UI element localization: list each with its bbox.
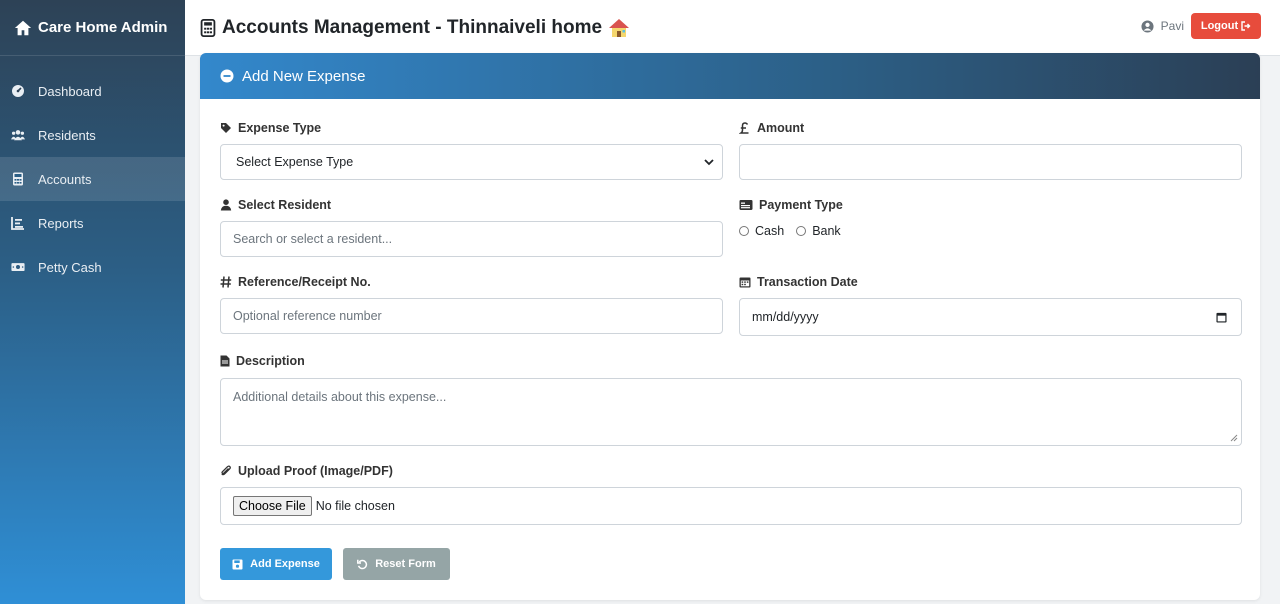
- home-icon: [14, 20, 32, 35]
- undo-icon: [357, 559, 368, 569]
- sidebar-item-label: Dashboard: [38, 83, 102, 99]
- sign-out-icon: [1241, 21, 1251, 31]
- sidebar-item-label: Accounts: [38, 171, 92, 187]
- pound-icon: [739, 122, 749, 134]
- calculator-icon: [13, 172, 23, 186]
- save-icon: [232, 559, 243, 569]
- cash-radio[interactable]: [739, 226, 749, 236]
- sidebar-item-dashboard[interactable]: Dashboard: [0, 69, 185, 113]
- logout-button[interactable]: Logout: [1191, 13, 1261, 39]
- sidebar-item-label: Reports: [38, 215, 84, 231]
- house-emoji-icon: [609, 18, 630, 37]
- id-card-icon: [739, 200, 753, 210]
- file-status: No file chosen: [315, 499, 395, 513]
- resize-handle-icon[interactable]: [1230, 434, 1238, 442]
- user-circle-icon: [1141, 19, 1154, 33]
- sidebar: Care Home Admin Dashboard Residents Acco…: [0, 0, 185, 604]
- logout-label: Logout: [1200, 20, 1239, 32]
- chart-icon: [11, 217, 24, 230]
- payment-option-cash[interactable]: Cash: [739, 224, 784, 238]
- transaction-date-input[interactable]: mm/dd/yyyy: [739, 298, 1242, 336]
- reference-placeholder: Optional reference number: [233, 309, 382, 323]
- payment-type-options: Cash Bank: [739, 224, 853, 238]
- amount-label: Amount: [739, 121, 804, 135]
- minus-circle-icon[interactable]: [220, 69, 234, 83]
- money-icon: [11, 263, 25, 271]
- date-value: mm/dd/yyyy: [752, 310, 819, 324]
- top-bar: Accounts Management - Thinnaiveli home P…: [185, 0, 1280, 56]
- users-icon: [11, 130, 25, 141]
- page-title: Accounts Management - Thinnaiveli home: [222, 16, 603, 38]
- payment-type-label: Payment Type: [739, 198, 843, 212]
- card-header: Add New Expense: [200, 53, 1260, 99]
- add-expense-button[interactable]: Add Expense: [220, 548, 332, 580]
- sidebar-item-petty-cash[interactable]: Petty Cash: [0, 245, 185, 289]
- chevron-down-icon: [704, 158, 714, 165]
- user-icon: [220, 199, 232, 211]
- amount-input[interactable]: [739, 144, 1242, 180]
- add-expense-label: Add Expense: [250, 558, 320, 570]
- file-upload-field[interactable]: Choose File No file chosen: [220, 487, 1242, 525]
- brand-title: Care Home Admin: [38, 19, 168, 36]
- tag-icon: [221, 123, 231, 133]
- calendar-picker-icon[interactable]: [1216, 312, 1227, 323]
- paperclip-icon: [221, 465, 231, 476]
- sidebar-item-reports[interactable]: Reports: [0, 201, 185, 245]
- expense-type-value: Select Expense Type: [236, 155, 354, 169]
- sidebar-item-residents[interactable]: Residents: [0, 113, 185, 157]
- choose-file-button[interactable]: Choose File: [233, 496, 312, 516]
- file-text-icon: [220, 355, 230, 367]
- sidebar-item-label: Petty Cash: [38, 259, 102, 275]
- user-area: Pavi Logout: [1141, 13, 1261, 39]
- sidebar-nav: Dashboard Residents Accounts Reports Pet…: [0, 69, 185, 289]
- payment-option-bank[interactable]: Bank: [796, 224, 841, 238]
- description-placeholder: Additional details about this expense...: [233, 390, 447, 404]
- description-label: Description: [220, 354, 305, 368]
- expense-type-label: Expense Type: [220, 121, 321, 135]
- reset-form-label: Reset Form: [375, 558, 436, 570]
- reference-label: Reference/Receipt No.: [220, 275, 371, 289]
- user-name: Pavi: [1160, 19, 1184, 33]
- hashtag-icon: [220, 276, 232, 288]
- description-textarea[interactable]: Additional details about this expense...: [220, 378, 1242, 446]
- reference-input[interactable]: Optional reference number: [220, 298, 723, 334]
- expense-type-select[interactable]: Select Expense Type: [220, 144, 723, 180]
- sidebar-item-label: Residents: [38, 127, 96, 143]
- calculator-icon: [200, 18, 216, 37]
- calendar-icon: [739, 277, 751, 288]
- transaction-date-label: Transaction Date: [739, 275, 858, 289]
- bank-radio[interactable]: [796, 226, 807, 236]
- resident-search-input[interactable]: Search or select a resident...: [220, 221, 723, 257]
- select-resident-label: Select Resident: [220, 198, 331, 212]
- upload-label: Upload Proof (Image/PDF): [220, 464, 393, 478]
- dashboard-icon: [12, 85, 24, 97]
- resident-placeholder: Search or select a resident...: [233, 232, 393, 246]
- add-expense-card: Add New Expense Expense Type Select Expe…: [200, 53, 1260, 600]
- brand[interactable]: Care Home Admin: [0, 0, 185, 56]
- card-title: Add New Expense: [242, 67, 366, 85]
- reset-form-button[interactable]: Reset Form: [343, 548, 450, 580]
- sidebar-item-accounts[interactable]: Accounts: [0, 157, 185, 201]
